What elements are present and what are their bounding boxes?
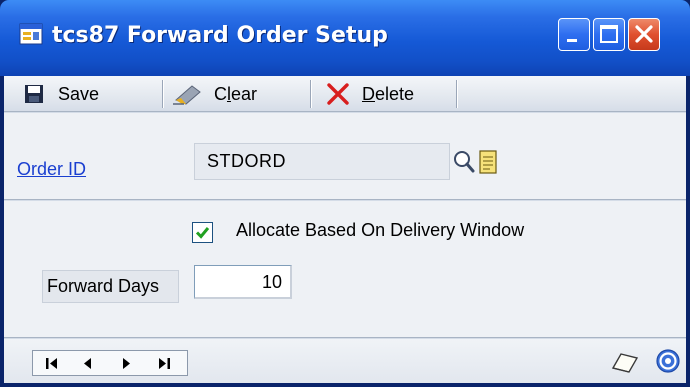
first-record-icon xyxy=(46,358,57,369)
order-id-link[interactable]: Order ID xyxy=(17,159,86,180)
help-button[interactable] xyxy=(655,348,681,374)
close-button[interactable] xyxy=(628,18,660,51)
minimize-button[interactable] xyxy=(558,18,590,51)
next-record-button[interactable] xyxy=(113,353,139,373)
app-window: tcs87 Forward Order Setup Save Clear Del… xyxy=(0,0,690,387)
magnifier-icon xyxy=(454,151,475,173)
note-button[interactable] xyxy=(478,148,498,176)
close-icon xyxy=(635,25,653,43)
forward-days-input[interactable]: 10 xyxy=(194,265,292,299)
note-button[interactable] xyxy=(609,350,639,376)
toolbar-separator xyxy=(310,80,312,108)
last-record-icon xyxy=(159,358,170,369)
window-title: tcs87 Forward Order Setup xyxy=(52,23,388,48)
toolbar: Save Clear Delete xyxy=(4,76,686,112)
eraser-icon xyxy=(173,85,201,105)
previous-record-icon xyxy=(84,358,91,369)
maximize-button[interactable] xyxy=(593,18,625,51)
record-navigation xyxy=(32,350,188,376)
delete-button[interactable]: Delete xyxy=(326,79,414,109)
last-record-button[interactable] xyxy=(151,353,177,373)
clear-button[interactable]: Clear xyxy=(172,79,257,109)
clear-label: Clear xyxy=(214,83,258,104)
allocate-label: Allocate Based On Delivery Window xyxy=(236,220,525,240)
first-record-button[interactable] xyxy=(39,353,65,373)
header-panel: Order ID STDORD xyxy=(4,113,686,200)
note-icon xyxy=(611,353,639,373)
floppy-disk-icon xyxy=(25,85,43,103)
toolbar-separator xyxy=(456,80,458,108)
title-bar[interactable]: tcs87 Forward Order Setup xyxy=(0,0,690,76)
previous-record-button[interactable] xyxy=(75,353,101,373)
window-client-area: Save Clear Delete Order ID STDORD Alloca… xyxy=(4,76,686,383)
delete-label: Delete xyxy=(362,83,415,104)
checkmark-icon xyxy=(195,227,210,239)
options-panel: Allocate Based On Delivery Window Forwar… xyxy=(4,201,686,338)
lookup-button[interactable] xyxy=(452,148,476,176)
save-label: Save xyxy=(58,83,100,104)
form-icon xyxy=(19,22,43,46)
minimize-icon xyxy=(567,39,577,42)
forward-days-label: Forward Days xyxy=(42,270,179,303)
red-x-icon xyxy=(327,83,349,105)
allocate-checkbox[interactable] xyxy=(192,222,213,243)
save-button[interactable]: Save xyxy=(24,79,99,109)
status-bar xyxy=(4,339,686,383)
help-icon xyxy=(656,349,680,373)
next-record-icon xyxy=(123,358,130,369)
order-id-field[interactable]: STDORD xyxy=(194,143,450,180)
toolbar-separator xyxy=(162,80,164,108)
maximize-icon xyxy=(600,25,618,43)
note-icon xyxy=(479,150,497,174)
